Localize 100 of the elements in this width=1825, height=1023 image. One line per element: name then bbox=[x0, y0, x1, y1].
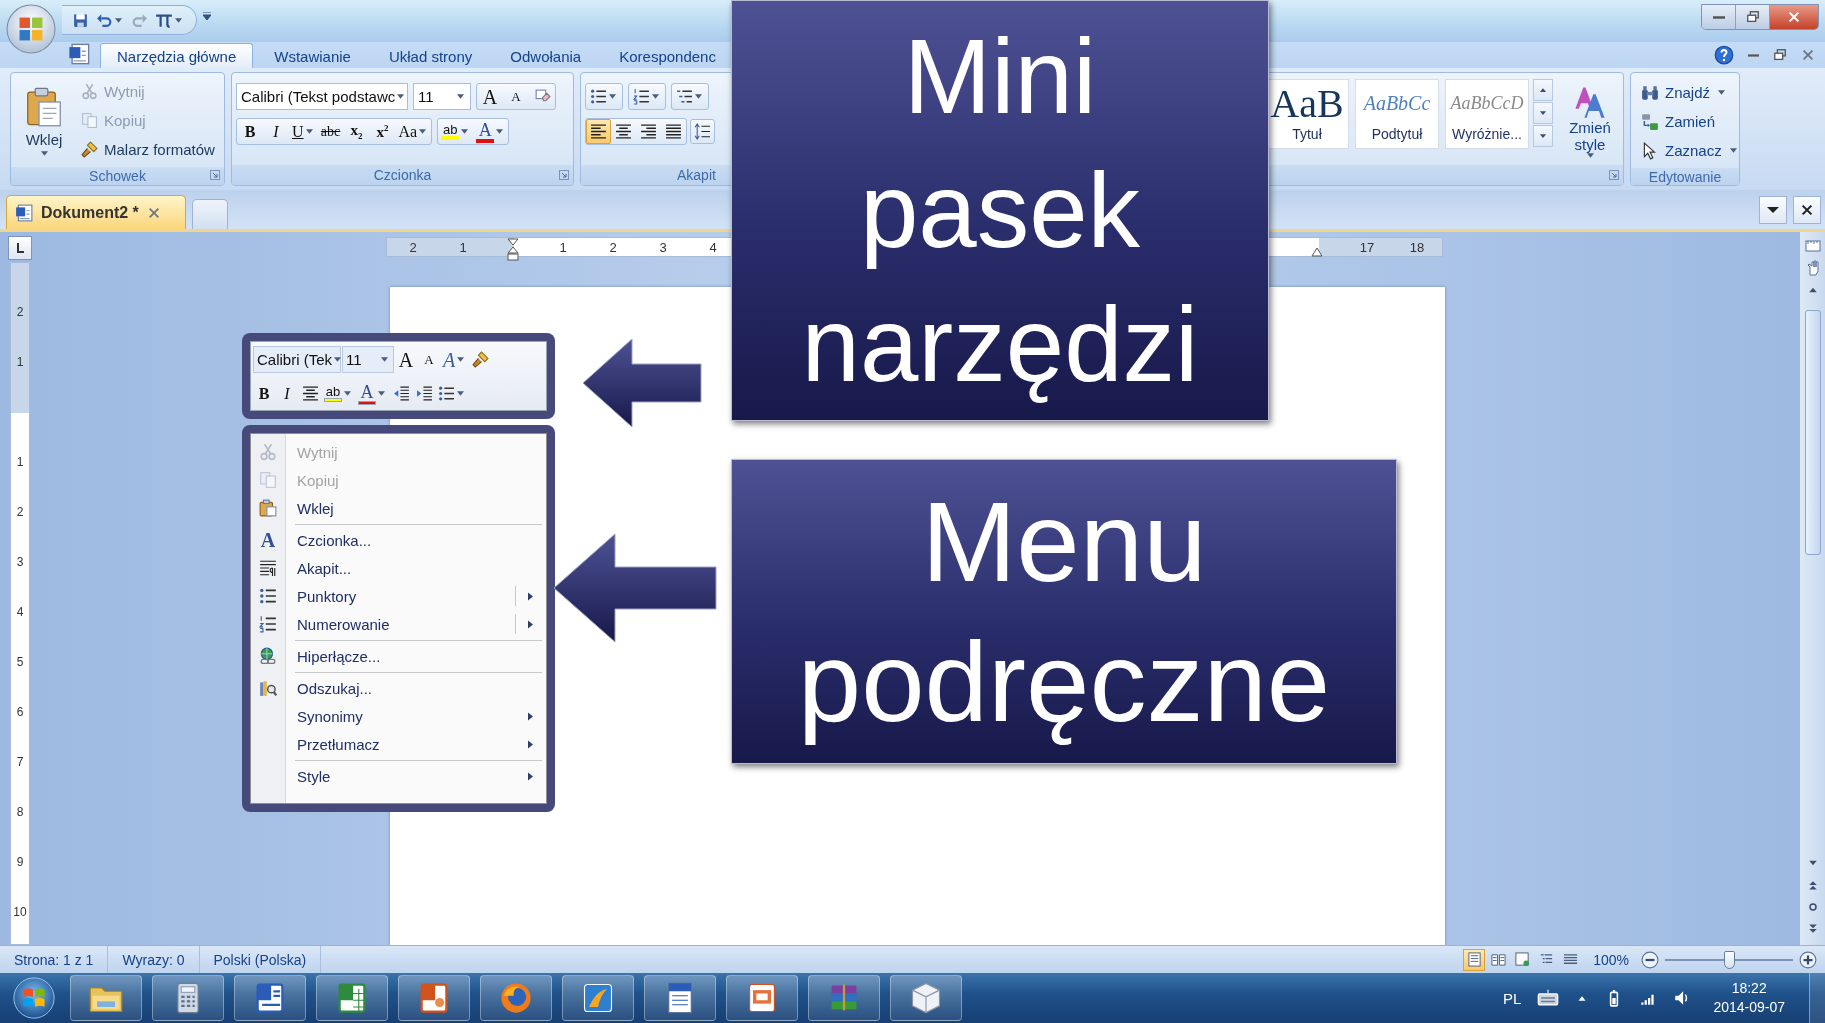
taskbar-button[interactable] bbox=[70, 975, 142, 1021]
document-icon[interactable] bbox=[68, 43, 90, 65]
ruler-number: 2 bbox=[15, 504, 25, 521]
dialog-launcher-icon[interactable] bbox=[210, 170, 220, 180]
menu-item[interactable]: Odszukaj... bbox=[251, 674, 546, 702]
editing-button[interactable]: Zamień bbox=[1635, 108, 1739, 135]
indent-marker-icon[interactable] bbox=[507, 236, 519, 264]
numbered-list-icon bbox=[633, 88, 650, 105]
grow-font-button[interactable]: A bbox=[477, 84, 503, 109]
restore-button[interactable] bbox=[1736, 5, 1770, 29]
bold-button[interactable]: B bbox=[237, 119, 263, 144]
ribbon-tab[interactable]: Korespondenc bbox=[602, 43, 733, 68]
shrink-font-button[interactable]: A bbox=[418, 347, 440, 372]
taskbar-button[interactable] bbox=[808, 975, 880, 1021]
underline-button[interactable]: U bbox=[289, 119, 318, 144]
bold-button[interactable]: B bbox=[253, 381, 275, 406]
change-case-button[interactable]: Aa bbox=[395, 119, 432, 144]
help-icon[interactable] bbox=[1714, 45, 1734, 65]
change-styles-button[interactable]: Zmień style bbox=[1561, 73, 1619, 165]
ribbon-tab[interactable]: Układ strony bbox=[371, 43, 490, 68]
superscript-button[interactable]: x$^{2}$ bbox=[369, 119, 396, 144]
taskbar-button[interactable] bbox=[480, 975, 552, 1021]
zoom-level[interactable]: 100% bbox=[1593, 951, 1629, 968]
scrollbar-thumb[interactable] bbox=[1804, 310, 1821, 555]
minimize-icon[interactable] bbox=[1748, 53, 1759, 57]
brush-button[interactable]: Malarz formatów bbox=[77, 135, 219, 163]
font-color-button[interactable]: A bbox=[356, 381, 389, 406]
taskbar-button[interactable] bbox=[152, 975, 224, 1021]
minimize-button[interactable] bbox=[1702, 5, 1736, 29]
save-button[interactable] bbox=[72, 11, 89, 29]
menu-item[interactable]: Wklej bbox=[251, 494, 546, 526]
ribbon-tab[interactable]: Narzędzia główne bbox=[100, 43, 254, 68]
input-language[interactable]: PL bbox=[1503, 989, 1522, 1007]
dialog-launcher-icon[interactable] bbox=[1609, 170, 1619, 180]
menu-item[interactable]: Numerowanie bbox=[251, 610, 546, 642]
zoom-out-button[interactable] bbox=[1641, 950, 1659, 969]
strikethrough-button[interactable]: abc bbox=[317, 119, 344, 144]
scroll-up-button[interactable] bbox=[1533, 79, 1553, 101]
taskbar-button[interactable] bbox=[644, 975, 716, 1021]
view-button[interactable] bbox=[1463, 948, 1486, 971]
menu-item[interactable]: A Czcionka... bbox=[251, 526, 546, 554]
taskbar-button[interactable] bbox=[398, 975, 470, 1021]
italic-button[interactable]: I bbox=[263, 119, 289, 144]
font-name-field[interactable]: Calibri (Tekst podstawc bbox=[236, 83, 408, 110]
ruler-number: 1 bbox=[15, 354, 25, 371]
paste-button[interactable]: Wklej bbox=[15, 77, 73, 163]
taskbar-button[interactable] bbox=[726, 975, 798, 1021]
bullet-list-button[interactable] bbox=[585, 83, 623, 110]
keyboard-icon[interactable] bbox=[1537, 987, 1560, 1009]
ribbon-tab[interactable]: Odwołania bbox=[493, 43, 599, 68]
menu-item[interactable]: Punktory bbox=[251, 582, 546, 610]
close-button[interactable] bbox=[1770, 5, 1818, 29]
font-size-field[interactable]: 11 bbox=[342, 346, 394, 373]
font-name-field[interactable]: Calibri (Tek bbox=[253, 346, 341, 373]
caret-icon bbox=[496, 129, 504, 134]
gallery-item[interactable]: AaBbCc Podtytuł bbox=[1355, 79, 1439, 149]
right-indent-marker-icon[interactable] bbox=[1311, 247, 1323, 257]
document-tab[interactable]: Dokument2 * bbox=[6, 195, 186, 229]
font-color-button[interactable]: A bbox=[473, 119, 509, 144]
menu-item[interactable]: Akapit... bbox=[251, 554, 546, 582]
editing-button[interactable]: Znajdź bbox=[1635, 79, 1739, 106]
shrink-font-button[interactable]: A bbox=[503, 84, 529, 109]
zoom-in-button[interactable] bbox=[1799, 950, 1817, 969]
numbered-list-button[interactable] bbox=[628, 83, 666, 110]
grow-font-button[interactable]: A bbox=[395, 347, 417, 372]
change-styles-icon bbox=[1572, 84, 1608, 120]
close-document-button[interactable] bbox=[1793, 195, 1821, 224]
font-size-field[interactable]: 11 bbox=[413, 83, 471, 110]
equation-button[interactable] bbox=[155, 11, 184, 29]
dialog-launcher-icon[interactable] bbox=[559, 170, 569, 180]
scroll-down-button[interactable] bbox=[1533, 102, 1553, 124]
line-spacing-button[interactable] bbox=[690, 119, 715, 144]
gallery-item[interactable]: AaBbCcD Wyróżnie... bbox=[1445, 79, 1529, 149]
menu-item[interactable]: Przetłumacz bbox=[251, 730, 546, 762]
caret-icon bbox=[1718, 90, 1726, 95]
taskbar-button[interactable] bbox=[316, 975, 388, 1021]
tab-selector-button[interactable] bbox=[8, 236, 32, 260]
taskbar-button[interactable] bbox=[234, 975, 306, 1021]
tab-list-button[interactable] bbox=[1759, 195, 1787, 224]
taskbar-button[interactable] bbox=[890, 975, 962, 1021]
menu-item[interactable]: Hiperłącze... bbox=[251, 642, 546, 674]
align-left-button[interactable] bbox=[586, 119, 611, 144]
highlight-button[interactable]: ab bbox=[322, 381, 355, 406]
taskbar-button[interactable] bbox=[562, 975, 634, 1021]
multilevel-list-button[interactable] bbox=[671, 83, 709, 110]
ribbon-tab[interactable]: Wstawianie bbox=[257, 43, 368, 68]
more-styles-button[interactable] bbox=[1533, 125, 1553, 147]
editing-button[interactable]: Zaznacz bbox=[1635, 137, 1739, 164]
highlight-button[interactable]: ab bbox=[438, 119, 474, 144]
menu-item[interactable]: Synonimy bbox=[251, 702, 546, 730]
zoom-slider-thumb[interactable] bbox=[1724, 950, 1735, 969]
ruler-number: 5 bbox=[15, 654, 25, 671]
subscript-button[interactable]: x$_{2}$ bbox=[343, 119, 370, 144]
close-icon[interactable] bbox=[1801, 48, 1815, 62]
restore-icon[interactable] bbox=[1773, 48, 1787, 62]
text-styles-button[interactable]: A bbox=[441, 347, 469, 372]
close-icon[interactable] bbox=[146, 205, 161, 220]
customize-toolbar-button[interactable] bbox=[203, 12, 211, 20]
italic-button[interactable]: I bbox=[276, 381, 298, 406]
menu-item[interactable]: Style bbox=[251, 762, 546, 790]
